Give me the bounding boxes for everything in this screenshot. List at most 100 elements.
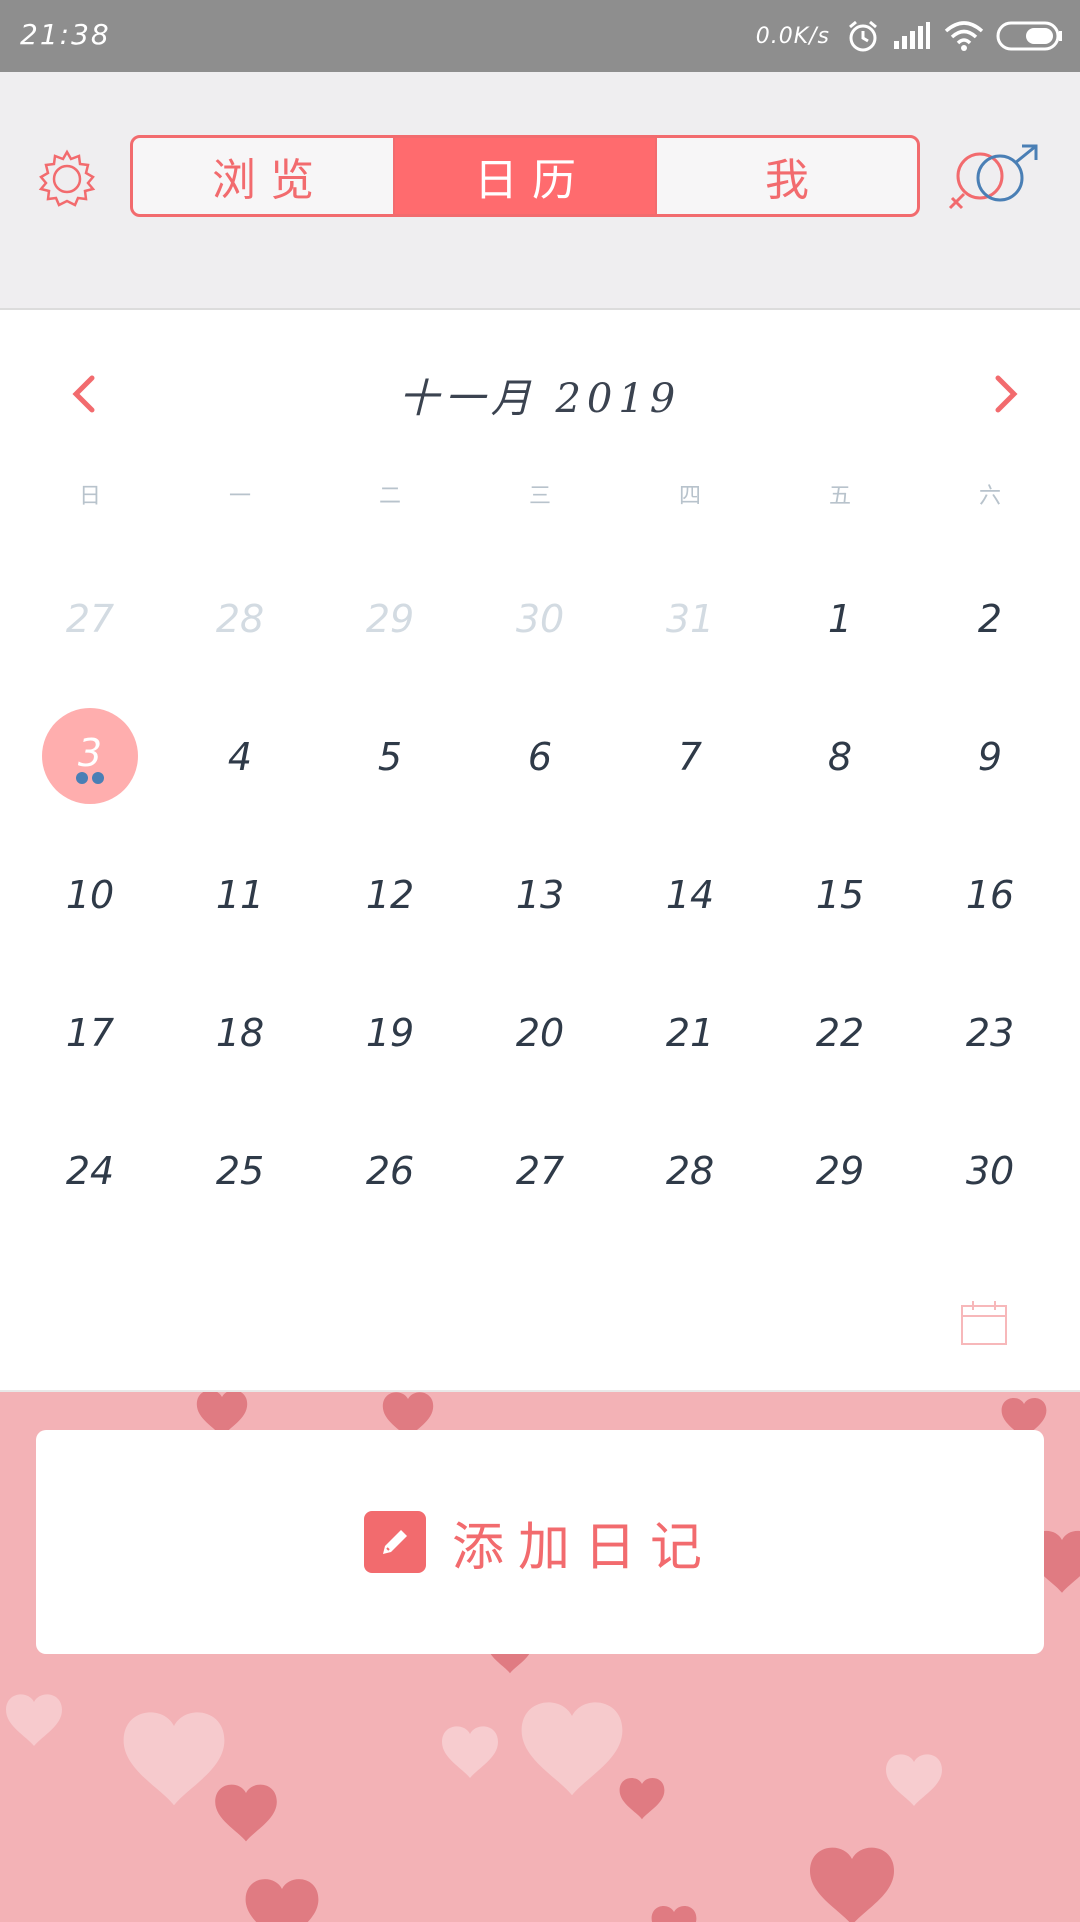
day-number: 27 xyxy=(515,1149,565,1193)
day-number: 6 xyxy=(527,735,553,779)
day-cell[interactable]: 27 xyxy=(15,550,165,688)
day-number: 10 xyxy=(65,873,115,917)
day-cell[interactable]: 9 xyxy=(915,688,1065,826)
day-cell[interactable]: 30 xyxy=(465,550,615,688)
day-number: 15 xyxy=(815,873,865,917)
weekday-label: 二 xyxy=(378,484,401,509)
entry-dot xyxy=(92,772,104,784)
gender-icon[interactable] xyxy=(948,144,1044,216)
weekday-label: 一 xyxy=(228,484,251,509)
day-number: 16 xyxy=(965,873,1015,917)
entry-dots xyxy=(76,772,104,784)
day-number: 3 xyxy=(77,731,103,775)
net-speed: 0.0K/s xyxy=(755,23,830,49)
day-cell[interactable]: 6 xyxy=(465,688,615,826)
tab-me[interactable]: 我 xyxy=(655,138,917,214)
status-icons: 0.0K/s xyxy=(756,14,1064,58)
day-cell[interactable]: 12 xyxy=(315,826,465,964)
day-cell-today[interactable]: 3 xyxy=(15,688,165,826)
day-cell[interactable]: 2 xyxy=(915,550,1065,688)
month-title: 十一月 2019 xyxy=(398,376,682,422)
day-number: 4 xyxy=(227,735,253,779)
add-diary-button[interactable]: 添加日记 xyxy=(36,1430,1044,1654)
day-number: 29 xyxy=(365,597,415,641)
gear-icon[interactable] xyxy=(36,148,98,210)
tab-calendar[interactable]: 日历 xyxy=(393,138,655,214)
day-number: 14 xyxy=(665,873,715,917)
calendar: 十一月 2019 日 一 二 三 四 五 六 27 28 29 30 31 1 2 3 4 5 6 7… xyxy=(0,310,1080,1390)
day-number: 9 xyxy=(977,735,1003,779)
day-number: 26 xyxy=(365,1149,415,1193)
day-number: 31 xyxy=(665,597,715,641)
day-cell[interactable]: 7 xyxy=(615,688,765,826)
day-cell[interactable]: 14 xyxy=(615,826,765,964)
day-cell[interactable]: 17 xyxy=(15,964,165,1102)
day-number: 8 xyxy=(827,735,853,779)
weekday-label: 四 xyxy=(678,484,701,509)
day-cell[interactable]: 11 xyxy=(165,826,315,964)
day-cell[interactable]: 30 xyxy=(915,1102,1065,1240)
day-cell[interactable]: 29 xyxy=(765,1102,915,1240)
entry-dot xyxy=(76,772,88,784)
bottom-panel: 添加日记 xyxy=(0,1390,1080,1922)
day-number: 7 xyxy=(677,735,703,779)
day-cell[interactable]: 8 xyxy=(765,688,915,826)
day-number: 12 xyxy=(365,873,415,917)
day-grid: 27 28 29 30 31 1 2 3 4 5 6 7 8 9 10 11 12 13 14 15 16 17 18 19 2… xyxy=(15,550,1065,1240)
day-number: 21 xyxy=(665,1011,715,1055)
day-cell[interactable]: 26 xyxy=(315,1102,465,1240)
day-cell[interactable]: 29 xyxy=(315,550,465,688)
day-number: 28 xyxy=(215,597,265,641)
add-diary-label: 添加日记 xyxy=(451,1517,716,1578)
alarm-icon xyxy=(846,19,880,53)
day-number: 28 xyxy=(665,1149,715,1193)
day-number: 29 xyxy=(815,1149,865,1193)
day-cell[interactable]: 28 xyxy=(165,550,315,688)
day-cell[interactable]: 21 xyxy=(615,964,765,1102)
day-number: 19 xyxy=(365,1011,415,1055)
day-cell[interactable]: 23 xyxy=(915,964,1065,1102)
day-cell[interactable]: 10 xyxy=(15,826,165,964)
day-cell[interactable]: 28 xyxy=(615,1102,765,1240)
day-number: 30 xyxy=(965,1149,1015,1193)
status-bar: 21:38 0.0K/s xyxy=(0,0,1080,72)
day-cell[interactable]: 5 xyxy=(315,688,465,826)
tab-browse[interactable]: 浏览 xyxy=(133,138,393,214)
day-cell[interactable]: 19 xyxy=(315,964,465,1102)
day-number: 30 xyxy=(515,597,565,641)
day-cell[interactable]: 22 xyxy=(765,964,915,1102)
day-number: 1 xyxy=(827,597,853,641)
header: 浏览 日历 我 xyxy=(0,72,1080,310)
weekday-header: 日 一 二 三 四 五 六 xyxy=(0,478,1080,510)
weekday-label: 五 xyxy=(828,484,851,509)
wifi-icon xyxy=(944,20,984,52)
day-number: 2 xyxy=(977,597,1003,641)
day-cell[interactable]: 31 xyxy=(615,550,765,688)
day-cell[interactable]: 4 xyxy=(165,688,315,826)
day-number: 22 xyxy=(815,1011,865,1055)
day-cell[interactable]: 15 xyxy=(765,826,915,964)
day-cell[interactable]: 18 xyxy=(165,964,315,1102)
next-month-button[interactable] xyxy=(976,366,1032,422)
view-tabs: 浏览 日历 我 xyxy=(130,135,920,217)
day-cell[interactable]: 1 xyxy=(765,550,915,688)
weekday-label: 三 xyxy=(528,484,551,509)
day-cell[interactable]: 25 xyxy=(165,1102,315,1240)
day-number: 20 xyxy=(515,1011,565,1055)
calendar-icon[interactable] xyxy=(960,1300,1008,1346)
day-number: 18 xyxy=(215,1011,265,1055)
day-cell[interactable]: 27 xyxy=(465,1102,615,1240)
day-number: 11 xyxy=(215,873,265,917)
day-number: 24 xyxy=(65,1149,115,1193)
day-cell[interactable]: 16 xyxy=(915,826,1065,964)
chevron-right-icon xyxy=(995,375,1018,413)
day-number: 27 xyxy=(65,597,115,641)
pencil-icon xyxy=(363,1511,426,1573)
day-number: 23 xyxy=(965,1011,1015,1055)
day-cell[interactable]: 24 xyxy=(15,1102,165,1240)
day-cell[interactable]: 20 xyxy=(465,964,615,1102)
signal-icon xyxy=(892,21,932,51)
day-cell[interactable]: 13 xyxy=(465,826,615,964)
weekday-label: 日 xyxy=(78,484,101,509)
battery-icon xyxy=(996,20,1064,52)
